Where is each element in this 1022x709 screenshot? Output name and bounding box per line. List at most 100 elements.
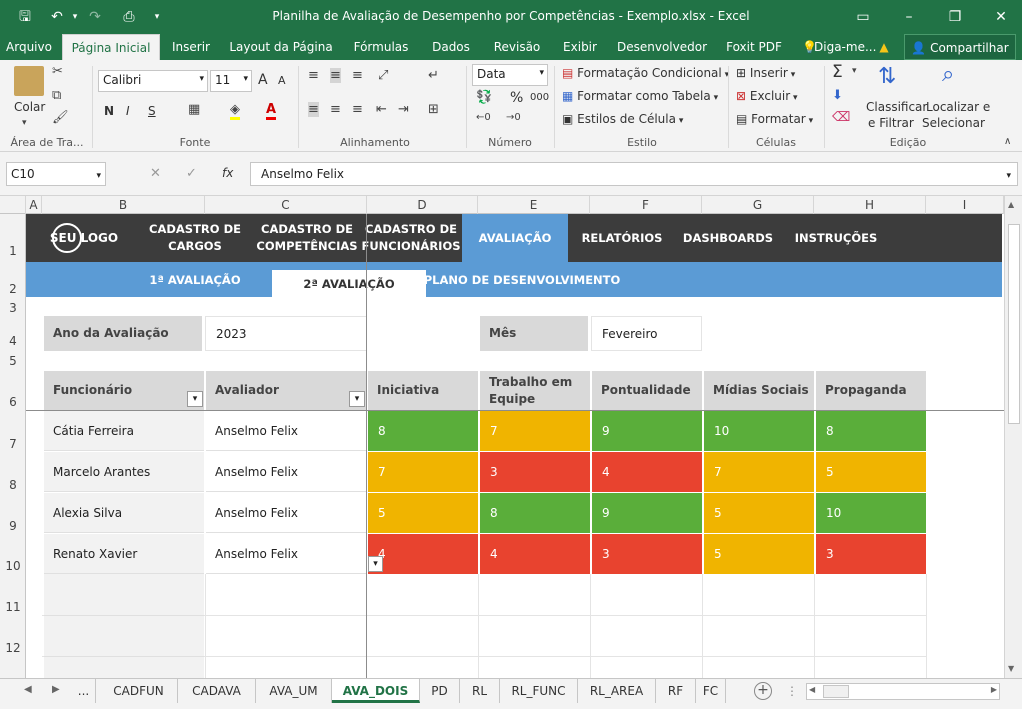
- cut-icon[interactable]: ✂: [52, 64, 63, 79]
- row-header-6[interactable]: 6: [0, 395, 26, 409]
- nav-cadastro-competencias[interactable]: CADASTRO DE COMPETÊNCIAS: [252, 214, 362, 262]
- row-header-3[interactable]: 3: [0, 301, 26, 315]
- evaluator-cell[interactable]: Anselmo Felix: [206, 452, 366, 492]
- score-midias-sociais[interactable]: 5: [704, 493, 814, 533]
- scroll-left-icon[interactable]: ◀: [809, 685, 815, 694]
- row-header-10[interactable]: 10: [0, 559, 26, 573]
- borders-icon[interactable]: ▦: [188, 102, 200, 117]
- tab-layout[interactable]: Layout da Página: [228, 34, 334, 60]
- row-header-1[interactable]: 1: [0, 244, 26, 258]
- font-size-select[interactable]: 11 ▾: [210, 70, 252, 92]
- column-header-d[interactable]: D: [367, 196, 478, 214]
- nav-dashboards[interactable]: DASHBOARDS: [680, 214, 776, 262]
- empty-employee-cells[interactable]: [44, 574, 204, 678]
- sheet-tab[interactable]: AVA_UM: [256, 679, 332, 703]
- sort-filter-line1[interactable]: Classificar: [866, 100, 927, 114]
- paste-button[interactable]: Colar: [14, 100, 45, 114]
- increase-decimal-icon[interactable]: ←0: [476, 112, 491, 123]
- enter-icon[interactable]: ✓: [186, 166, 197, 181]
- name-box[interactable]: C10 ▾: [6, 162, 106, 186]
- row-header-9[interactable]: 9: [0, 519, 26, 533]
- tab-revisao[interactable]: Revisão: [488, 34, 546, 60]
- score-propaganda[interactable]: 8: [816, 411, 926, 451]
- nav-relatorios[interactable]: RELATÓRIOS: [574, 214, 670, 262]
- fill-icon[interactable]: ⬇: [832, 88, 843, 103]
- merge-center-icon[interactable]: ⊞: [428, 102, 439, 117]
- paste-icon[interactable]: [14, 66, 44, 96]
- tab-foxit[interactable]: Foxit PDF: [722, 34, 786, 60]
- sheet-grid[interactable]: SEU LOGO CADASTRO DE CARGOS CADASTRO DE …: [26, 214, 1004, 678]
- close-icon[interactable]: ✕: [990, 6, 1012, 28]
- italic-button[interactable]: I: [126, 104, 130, 118]
- tab-split-handle[interactable]: ⋮: [786, 684, 798, 698]
- column-header-g[interactable]: G: [702, 196, 814, 214]
- restore-icon[interactable]: ❐: [944, 6, 966, 28]
- font-name-select[interactable]: Calibri ▾: [98, 70, 208, 92]
- align-left-icon[interactable]: ≡: [308, 102, 319, 117]
- wrap-text-icon[interactable]: ↵: [428, 68, 439, 83]
- tab-formulas[interactable]: Fórmulas: [348, 34, 414, 60]
- paste-dropdown-icon[interactable]: ▾: [22, 118, 27, 128]
- tab-desenvolvedor[interactable]: Desenvolvedor: [614, 34, 710, 60]
- sheet-tab[interactable]: CADAVA: [178, 679, 256, 703]
- score-iniciativa[interactable]: 5: [368, 493, 478, 533]
- cell-styles-button[interactable]: ▣ Estilos de Célula ▾: [562, 112, 683, 126]
- align-center-icon[interactable]: ≡: [330, 102, 341, 117]
- bold-button[interactable]: N: [104, 104, 114, 118]
- subnav-primeira-avaliacao[interactable]: 1ª AVALIAÇÃO: [136, 262, 254, 297]
- score-trabalho-equipe[interactable]: 8: [480, 493, 590, 533]
- nav-instrucoes[interactable]: INSTRUÇÕES: [788, 214, 884, 262]
- percent-button[interactable]: %: [510, 90, 523, 106]
- score-propaganda[interactable]: 10: [816, 493, 926, 533]
- evaluator-cell[interactable]: Anselmo Felix: [206, 534, 366, 574]
- column-header-a[interactable]: A: [26, 196, 42, 214]
- chevron-down-icon[interactable]: ▾: [852, 66, 857, 76]
- decrease-decimal-icon[interactable]: →0: [506, 112, 521, 123]
- score-midias-sociais[interactable]: 7: [704, 452, 814, 492]
- ribbon-display-icon[interactable]: ▭: [852, 6, 874, 28]
- score-midias-sociais[interactable]: 5: [704, 534, 814, 574]
- sheet-tab[interactable]: AVA_DOIS: [332, 679, 420, 703]
- row-header-7[interactable]: 7: [0, 437, 26, 451]
- month-input[interactable]: Fevereiro: [591, 316, 702, 351]
- tab-exibir[interactable]: Exibir: [558, 34, 602, 60]
- horizontal-scrollbar[interactable]: ◀ ▶: [806, 683, 1000, 700]
- tab-pagina-inicial[interactable]: Página Inicial: [62, 34, 160, 60]
- score-trabalho-equipe[interactable]: 4: [480, 534, 590, 574]
- scroll-tabs-right-icon[interactable]: ▶: [52, 684, 60, 695]
- year-input[interactable]: 2023: [205, 316, 367, 351]
- select-all-corner[interactable]: [0, 196, 26, 214]
- accounting-format-icon[interactable]: 💱: [476, 90, 492, 105]
- tell-me-search[interactable]: 💡 Diga-me...: [800, 34, 876, 60]
- increase-indent-icon[interactable]: ⇥: [398, 102, 409, 117]
- column-header-e[interactable]: E: [478, 196, 590, 214]
- fill-color-icon[interactable]: ◈: [230, 102, 240, 120]
- number-format-select[interactable]: Data ▾: [472, 64, 548, 86]
- sheet-tab[interactable]: RL_AREA: [578, 679, 656, 703]
- add-sheet-icon[interactable]: +: [754, 682, 772, 700]
- nav-cadastro-funcionarios[interactable]: CADASTRO DE FUNCIONÁRIOS: [361, 214, 460, 262]
- score-trabalho-equipe[interactable]: 7: [480, 411, 590, 451]
- nav-avaliacao[interactable]: AVALIAÇÃO: [462, 214, 568, 262]
- insert-cells-button[interactable]: ⊞ Inserir ▾: [736, 66, 795, 80]
- employee-cell[interactable]: Cátia Ferreira: [44, 411, 204, 451]
- sheet-tab[interactable]: PD: [420, 679, 460, 703]
- evaluator-cell[interactable]: Anselmo Felix: [206, 493, 366, 533]
- warning-icon[interactable]: ▲: [874, 34, 894, 60]
- score-pontualidade[interactable]: 3: [592, 534, 702, 574]
- sheet-tab[interactable]: RL: [460, 679, 500, 703]
- cell-dropdown-icon[interactable]: ▾: [368, 556, 383, 572]
- score-iniciativa[interactable]: 8: [368, 411, 478, 451]
- sort-filter-line2[interactable]: e Filtrar: [868, 116, 914, 130]
- vertical-scrollbar[interactable]: ▲ ▼: [1004, 196, 1022, 678]
- find-select-line1[interactable]: Localizar e: [926, 100, 990, 114]
- minimize-icon[interactable]: –: [898, 6, 920, 28]
- subnav-plano-desenvolvimento[interactable]: PLANO DE DESENVOLVIMENTO: [424, 262, 621, 297]
- filter-dropdown-icon[interactable]: ▾: [187, 391, 203, 407]
- score-midias-sociais[interactable]: 10: [704, 411, 814, 451]
- conditional-formatting-button[interactable]: ▤ Formatação Condicional ▾: [562, 66, 729, 80]
- column-header-f[interactable]: F: [590, 196, 702, 214]
- score-pontualidade[interactable]: 4: [592, 452, 702, 492]
- align-middle-icon[interactable]: ≡: [330, 68, 341, 83]
- score-pontualidade[interactable]: 9: [592, 493, 702, 533]
